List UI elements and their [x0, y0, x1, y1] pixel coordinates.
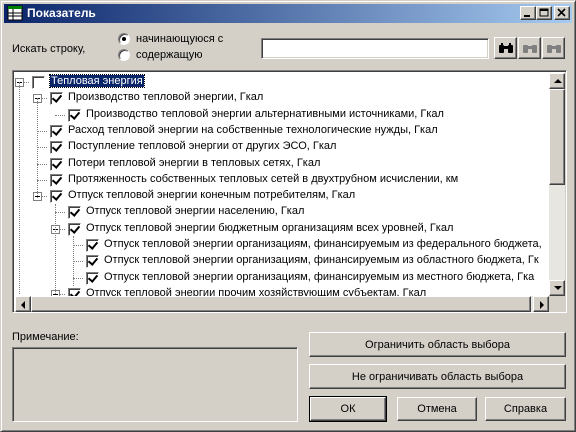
- tree-row-label: Отпуск тепловой энергии населению, Гкал: [86, 205, 305, 217]
- tree-row-label: Поступление тепловой энергии от других Э…: [68, 140, 337, 152]
- maximize-icon: [539, 8, 549, 17]
- tree-row-label: Потери тепловой энергии в тепловых сетях…: [68, 157, 321, 169]
- close-button[interactable]: [554, 6, 570, 20]
- window-title: Показатель: [27, 6, 96, 20]
- tree-row-label: Отпуск тепловой энергии организациям, фи…: [104, 271, 535, 283]
- tree-guide-line: [73, 236, 74, 286]
- tree-guide-line: [19, 82, 20, 294]
- close-icon: [557, 8, 566, 17]
- tree-connector: [37, 164, 47, 165]
- tree-connector: [73, 278, 83, 279]
- tree-row[interactable]: Отпуск тепловой энергии организациям, фи…: [15, 253, 549, 269]
- tree-row[interactable]: Производство тепловой энергии альтернати…: [15, 107, 549, 123]
- tree-checkbox[interactable]: [68, 109, 81, 122]
- tree-checkbox[interactable]: [50, 174, 63, 187]
- tree-checkbox[interactable]: [86, 255, 99, 268]
- radio-starts-with[interactable]: [118, 33, 130, 45]
- tree-checkbox[interactable]: [50, 125, 63, 138]
- app-icon: [7, 5, 23, 21]
- tree-row[interactable]: Отпуск тепловой энергии населению, Гкал: [15, 204, 549, 220]
- indicator-tree[interactable]: Тепловая энергия Производство тепловой эн…: [12, 70, 567, 313]
- scroll-right-button[interactable]: [533, 296, 549, 312]
- tree-row-label: Отпуск тепловой энергии организациям, фи…: [104, 238, 542, 250]
- tree-checkbox[interactable]: [50, 190, 63, 203]
- tree-row-label: Отпуск тепловой энергии организациям, фи…: [104, 254, 539, 266]
- tree-row[interactable]: Производство тепловой энергии, Гкал: [15, 90, 549, 106]
- tree-connector: [73, 261, 83, 262]
- tree-guide-line: [55, 204, 56, 294]
- tree-connector: [73, 245, 83, 246]
- help-button[interactable]: Справка: [485, 397, 566, 421]
- tree-row[interactable]: Потери тепловой энергии в тепловых сетях…: [15, 156, 549, 172]
- tree-row[interactable]: Поступление тепловой энергии от других Э…: [15, 139, 549, 155]
- tree-row[interactable]: Отпуск тепловой энергии бюджетным органи…: [15, 221, 549, 237]
- scroll-corner: [549, 296, 565, 312]
- tree-checkbox[interactable]: [32, 76, 45, 89]
- arrow-up-icon: [554, 79, 562, 83]
- scroll-down-button[interactable]: [549, 280, 565, 296]
- tree-row[interactable]: Тепловая энергия: [15, 74, 549, 90]
- tree-row[interactable]: Отпуск тепловой энергии конечным потреби…: [15, 188, 549, 204]
- maximize-button[interactable]: [536, 6, 552, 20]
- tree-connector: [55, 115, 65, 116]
- radio-contains-label[interactable]: содержащую: [136, 49, 203, 61]
- tree-body: Тепловая энергия Производство тепловой эн…: [15, 74, 549, 298]
- tree-row-label: Протяженность собственных тепловых сетей…: [68, 173, 459, 185]
- dialog-window: Показатель Искать строку, начинающуюся с…: [0, 0, 576, 432]
- scroll-up-button[interactable]: [549, 73, 565, 89]
- binoculars-prev-icon: [546, 45, 561, 53]
- arrow-down-icon: [554, 286, 562, 290]
- arrow-left-icon: [21, 301, 25, 309]
- tree-connector: [55, 212, 65, 213]
- horizontal-scrollbar[interactable]: [15, 296, 549, 312]
- find-prev-button[interactable]: [542, 37, 565, 59]
- tree-row[interactable]: Отпуск тепловой энергии организациям, фи…: [15, 237, 549, 253]
- tree-checkbox[interactable]: [50, 141, 63, 154]
- tree-connector: [37, 180, 47, 181]
- tree-checkbox[interactable]: [50, 158, 63, 171]
- tree-row[interactable]: Отпуск тепловой энергии организациям, фи…: [15, 270, 549, 286]
- binoculars-next-icon: [522, 45, 537, 53]
- scroll-thumb[interactable]: [549, 89, 565, 185]
- arrow-right-icon: [540, 301, 544, 309]
- minimize-icon: [524, 15, 530, 17]
- tree-connector: [37, 131, 47, 132]
- find-button[interactable]: [494, 37, 517, 59]
- note-field[interactable]: [12, 347, 298, 422]
- scroll-left-button[interactable]: [15, 296, 31, 312]
- tree-connector: [37, 147, 47, 148]
- tree-row-label: Отпуск тепловой энергии конечным потреби…: [68, 189, 356, 201]
- find-next-button[interactable]: [518, 37, 541, 59]
- no-limit-selection-button[interactable]: Не ограничивать область выбора: [309, 364, 566, 389]
- note-label: Примечание:: [12, 331, 79, 343]
- title-bar[interactable]: Показатель: [4, 4, 572, 23]
- tree-row-label: Отпуск тепловой энергии бюджетным органи…: [86, 222, 454, 234]
- radio-starts-with-label[interactable]: начинающуюся с: [136, 33, 223, 45]
- search-input[interactable]: [261, 38, 489, 59]
- scroll-h-thumb[interactable]: [31, 296, 531, 312]
- tree-checkbox[interactable]: [68, 223, 81, 236]
- cancel-button[interactable]: Отмена: [397, 397, 477, 421]
- binoculars-icon: [498, 43, 513, 53]
- tree-row-label: Производство тепловой энергии альтернати…: [86, 108, 444, 120]
- ok-button[interactable]: ОК: [309, 396, 387, 422]
- radio-contains[interactable]: [118, 49, 130, 61]
- tree-row-label: Тепловая энергия: [49, 74, 145, 88]
- limit-selection-button[interactable]: Ограничить область выбора: [309, 332, 566, 357]
- tree-row-label: Расход тепловой энергии на собственные т…: [68, 124, 438, 136]
- tree-checkbox[interactable]: [86, 239, 99, 252]
- tree-checkbox[interactable]: [86, 272, 99, 285]
- tree-checkbox[interactable]: [50, 92, 63, 105]
- search-label: Искать строку,: [12, 43, 86, 55]
- tree-checkbox[interactable]: [68, 206, 81, 219]
- vertical-scrollbar[interactable]: [549, 73, 565, 296]
- tree-guide-line: [37, 98, 38, 198]
- minimize-button[interactable]: [520, 6, 536, 20]
- tree-row[interactable]: Протяженность собственных тепловых сетей…: [15, 172, 549, 188]
- tree-row-label: Производство тепловой энергии, Гкал: [68, 91, 264, 103]
- tree-row[interactable]: Расход тепловой энергии на собственные т…: [15, 123, 549, 139]
